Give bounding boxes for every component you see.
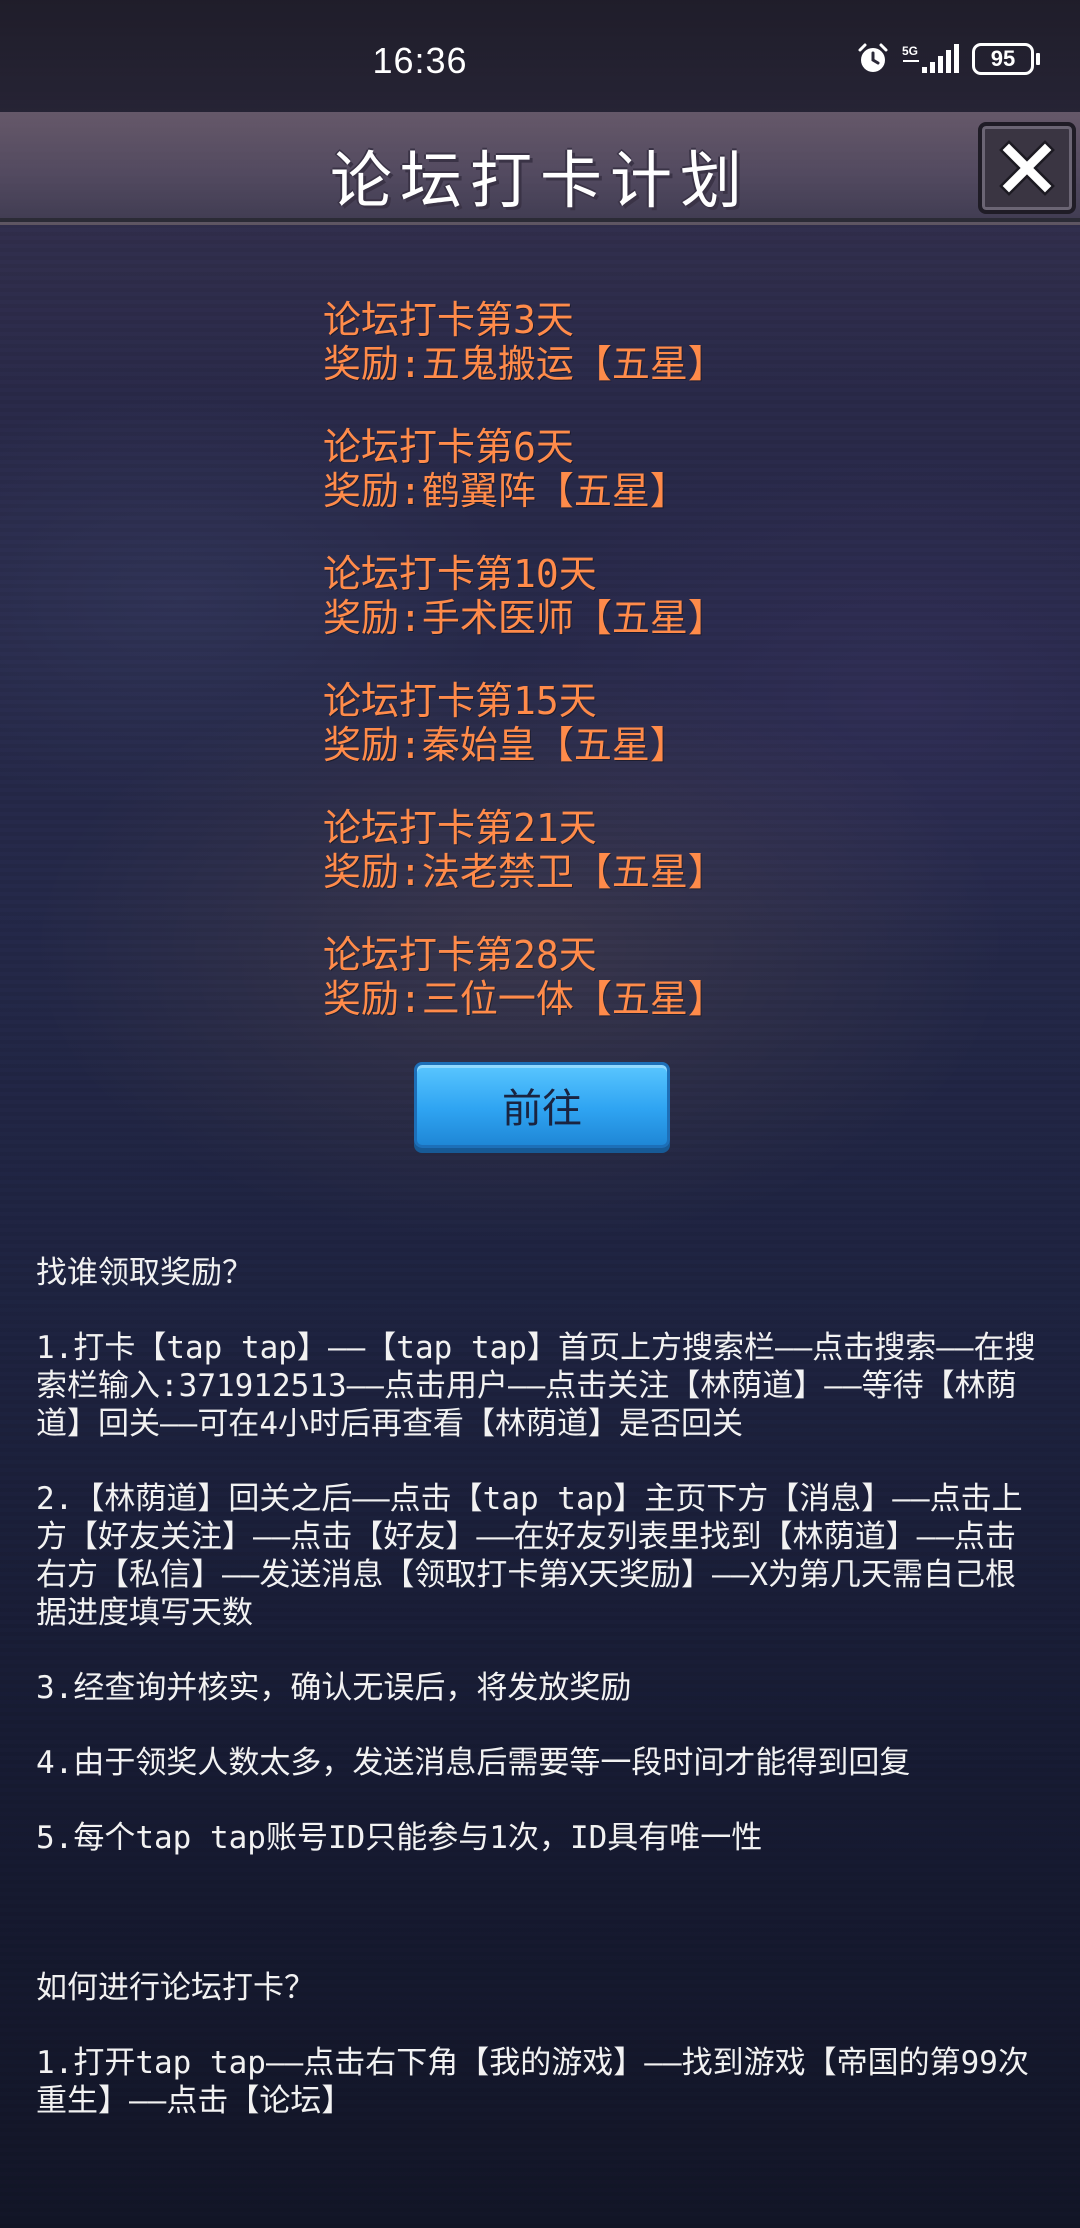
reward-day: 论坛打卡第3天 bbox=[323, 298, 574, 342]
reward-prize: 奖励:法老禁卫【五星】 bbox=[323, 850, 726, 894]
reward-day: 论坛打卡第10天 bbox=[323, 552, 597, 596]
status-icons: 5G 95 bbox=[856, 42, 1040, 76]
claim-step: 4.由于领奖人数太多，发送消息后需要等一段时间才能得到回复 bbox=[36, 1745, 911, 1781]
status-time: 16:36 bbox=[372, 40, 468, 81]
reward-item: 论坛打卡第15天 奖励:秦始皇【五星】 bbox=[323, 679, 726, 806]
reward-prize: 奖励:手术医师【五星】 bbox=[323, 596, 726, 640]
svg-text:5G: 5G bbox=[902, 44, 918, 58]
claim-heading: 找谁领取奖励？ bbox=[36, 1255, 253, 1291]
claim-step: 2.【林荫道】回关之后——点击【tap tap】主页下方【消息】——点击上方【好… bbox=[36, 1481, 1023, 1631]
reward-prize: 奖励:五鬼搬运【五星】 bbox=[323, 342, 726, 386]
go-button-label: 前往 bbox=[502, 1086, 582, 1132]
battery-icon: 95 bbox=[972, 43, 1040, 75]
go-button[interactable]: 前往 bbox=[414, 1062, 670, 1148]
reward-day: 论坛打卡第21天 bbox=[323, 806, 597, 850]
reward-item: 论坛打卡第28天 奖励:三位一体【五星】 bbox=[323, 933, 726, 1060]
reward-day: 论坛打卡第6天 bbox=[323, 425, 574, 469]
close-button[interactable] bbox=[978, 122, 1076, 214]
checkin-heading: 如何进行论坛打卡？ bbox=[36, 1970, 315, 2006]
page-title: 论坛打卡计划 bbox=[329, 144, 750, 217]
reward-prize: 奖励:三位一体【五星】 bbox=[323, 977, 726, 1021]
reward-item: 论坛打卡第6天 奖励:鹤翼阵【五星】 bbox=[323, 425, 726, 552]
claim-step: 1.打卡【tap tap】——【tap tap】首页上方搜索栏——点击搜索——在… bbox=[36, 1330, 1036, 1442]
battery-tip bbox=[1036, 53, 1040, 65]
reward-item: 论坛打卡第21天 奖励:法老禁卫【五星】 bbox=[323, 806, 726, 933]
claim-step: 3.经查询并核实，确认无误后，将发放奖励 bbox=[36, 1670, 632, 1706]
reward-day: 论坛打卡第28天 bbox=[323, 933, 597, 977]
reward-item: 论坛打卡第3天 奖励:五鬼搬运【五星】 bbox=[323, 298, 726, 425]
reward-list: 论坛打卡第3天 奖励:五鬼搬运【五星】 论坛打卡第6天 奖励:鹤翼阵【五星】 论… bbox=[323, 298, 726, 1060]
checkin-step: 1.打开tap tap——点击右下角【我的游戏】——找到游戏【帝国的第99次重生… bbox=[36, 2045, 1029, 2119]
instructions-panel: 找谁领取奖励？ 1.打卡【tap tap】——【tap tap】首页上方搜索栏—… bbox=[36, 1254, 1046, 2120]
status-bar: 16:36 5G 95 bbox=[0, 0, 1080, 112]
claim-step: 5.每个tap tap账号ID只能参与1次，ID具有唯一性 bbox=[36, 1820, 763, 1856]
header-bar: 论坛打卡计划 bbox=[0, 112, 1080, 222]
alarm-icon bbox=[858, 43, 888, 72]
reward-item: 论坛打卡第10天 奖励:手术医师【五星】 bbox=[323, 552, 726, 679]
battery-level: 95 bbox=[972, 43, 1034, 75]
reward-prize: 奖励:鹤翼阵【五星】 bbox=[323, 469, 688, 513]
reward-day: 论坛打卡第15天 bbox=[323, 679, 597, 723]
signal-5g-icon: 5G bbox=[902, 44, 959, 73]
reward-prize: 奖励:秦始皇【五星】 bbox=[323, 723, 688, 767]
close-icon bbox=[999, 140, 1055, 196]
